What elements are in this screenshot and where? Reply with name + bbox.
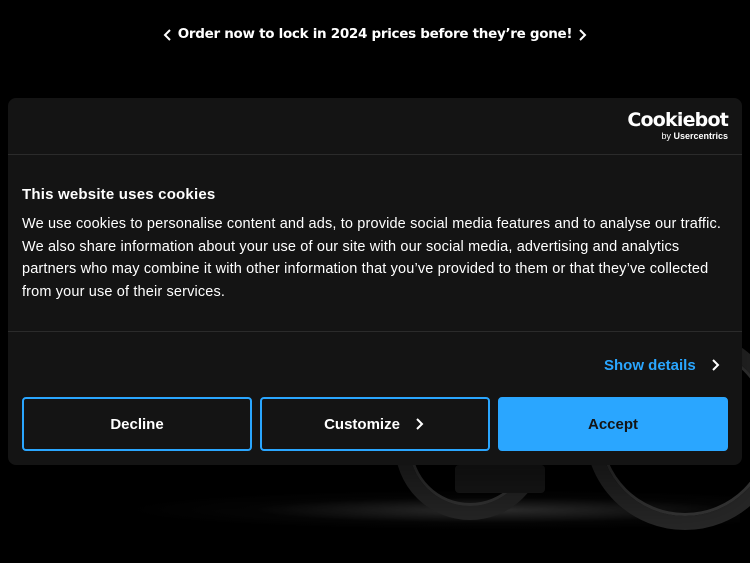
chevron-right-icon: [710, 358, 724, 372]
chevron-right-icon: [414, 417, 426, 431]
decline-button-label: Decline: [110, 415, 164, 433]
decline-button[interactable]: Decline: [22, 397, 252, 451]
announcement-bar: Order now to lock in 2024 prices before …: [0, 0, 750, 70]
show-details-label: Show details: [604, 356, 696, 374]
cookiebot-logo-sub: by Usercentrics: [608, 131, 728, 141]
customize-button-label: Customize: [324, 415, 400, 433]
cookiebot-logo-brand: Cookiebot: [627, 109, 728, 131]
divider: [8, 331, 742, 332]
customize-button[interactable]: Customize: [260, 397, 490, 451]
show-details-link[interactable]: Show details: [604, 355, 724, 375]
cookie-consent-dialog: Cookiebot by Usercentrics This website u…: [8, 98, 742, 465]
chevron-right-icon[interactable]: [571, 24, 593, 46]
accept-button-label: Accept: [587, 415, 639, 433]
cookiebot-logo-sub-brand: Usercentrics: [673, 131, 728, 141]
announcement-message[interactable]: Order now to lock in 2024 prices before …: [0, 26, 750, 42]
dialog-header: Cookiebot by Usercentrics: [8, 98, 742, 155]
cookiebot-logo[interactable]: Cookiebot by Usercentrics: [608, 110, 728, 142]
dialog-body: We use cookies to personalise content an…: [22, 216, 722, 301]
dialog-title: This website uses cookies: [22, 186, 216, 203]
accept-button[interactable]: Accept: [498, 397, 728, 451]
bike-mount-image: [455, 465, 545, 493]
cookiebot-logo-sub-prefix: by: [661, 131, 674, 141]
